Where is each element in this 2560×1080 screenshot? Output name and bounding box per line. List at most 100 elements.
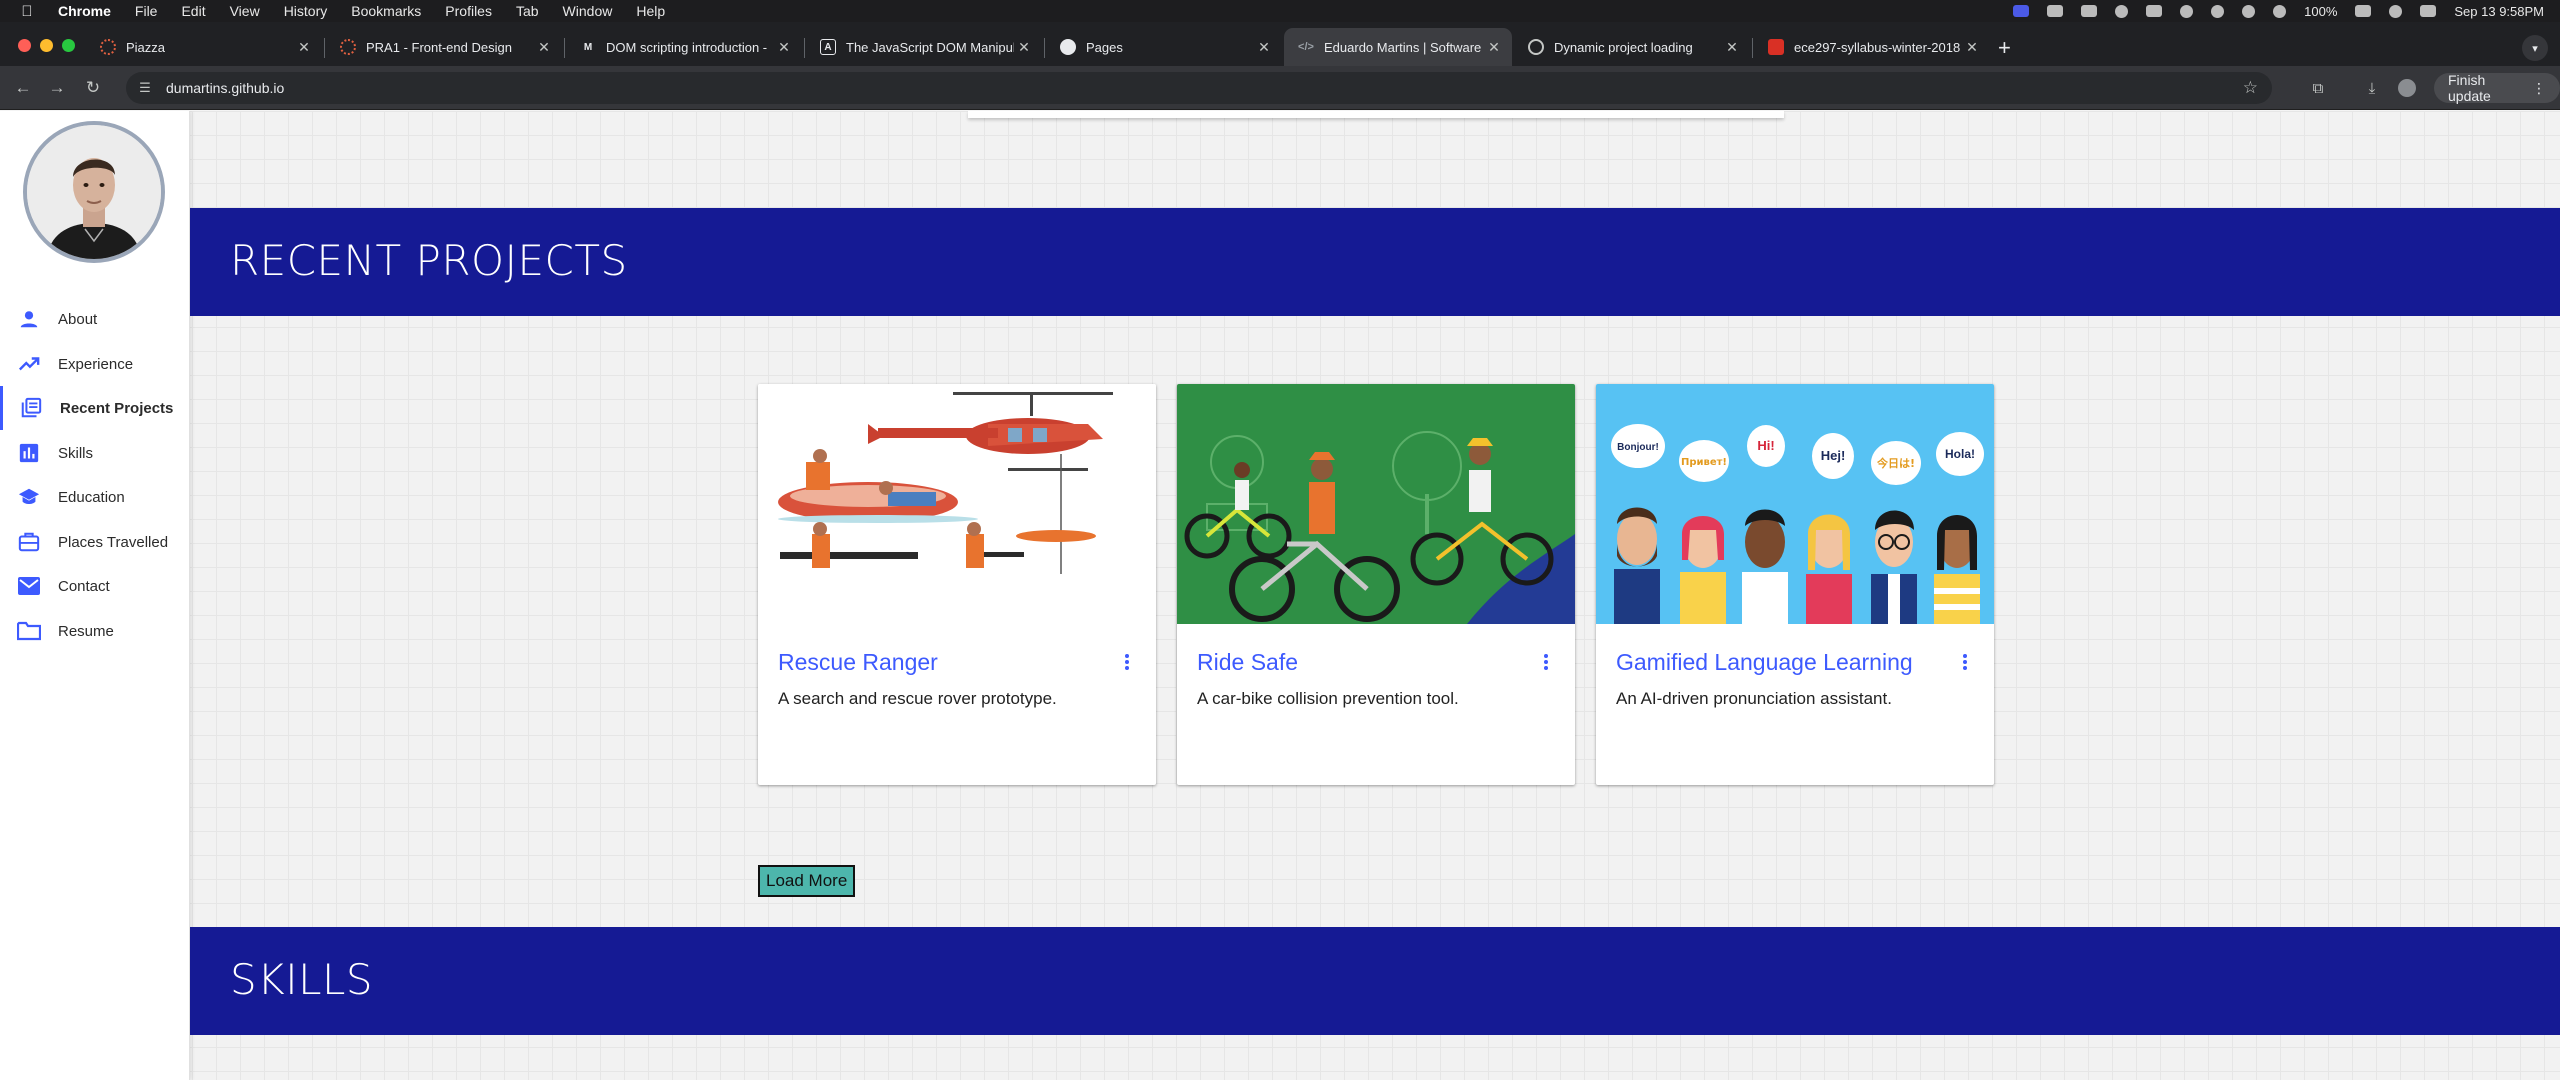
skills-banner: SKILLS [190, 927, 2560, 1035]
rescue-ranger-image [758, 384, 1156, 624]
menu-file[interactable]: File [135, 3, 158, 19]
sidebar-item-recent-projects[interactable]: Recent Projects [0, 386, 190, 430]
profile-avatar-icon[interactable] [2398, 79, 2416, 97]
github-icon [1060, 39, 1076, 55]
sidebar-item-experience[interactable]: Experience [0, 342, 190, 386]
tab-js-dom[interactable]: A The JavaScript DOM Manipul ✕ [806, 28, 1042, 66]
project-card-rescue-ranger[interactable]: Rescue Ranger A search and rescue rover … [758, 384, 1156, 785]
close-tab-icon[interactable]: ✕ [1014, 39, 1034, 56]
sidebar-item-label: Recent Projects [60, 399, 174, 417]
url-text[interactable]: dumartins.github.io [166, 80, 284, 96]
tab-pages[interactable]: Pages ✕ [1046, 28, 1282, 66]
battery-icon[interactable] [2355, 5, 2372, 17]
menu-tab[interactable]: Tab [516, 3, 539, 19]
notion-icon[interactable] [2081, 5, 2098, 17]
tab-title: Pages [1086, 39, 1123, 55]
tab-separator [1044, 38, 1045, 58]
school-icon [16, 484, 42, 510]
minimize-window-button[interactable] [40, 39, 53, 52]
sidebar-item-resume[interactable]: Resume [0, 609, 190, 653]
extensions-icon[interactable]: ⧉ [2308, 78, 2328, 98]
tab-pra1[interactable]: PRA1 - Front-end Design ✕ [326, 28, 562, 66]
menu-view[interactable]: View [230, 3, 260, 19]
close-tab-icon[interactable]: ✕ [294, 39, 314, 56]
zoom-window-button[interactable] [62, 39, 75, 52]
tab-eduardo-martins[interactable]: </> Eduardo Martins | Software D ✕ [1284, 28, 1512, 66]
project-card-ride-safe[interactable]: Ride Safe A car-bike collision preventio… [1177, 384, 1575, 785]
wifi-icon[interactable] [2389, 4, 2403, 18]
piazza-icon [340, 39, 356, 55]
close-tab-icon[interactable]: ✕ [774, 39, 794, 56]
browser-toolbar: ← → ↻ ☰ dumartins.github.io ☆ ⧉ ⤓ Finish… [0, 66, 2560, 110]
apple-icon[interactable]:  [18, 2, 36, 20]
tab-title: ece297-syllabus-winter-2018 [1794, 39, 1961, 55]
menu-help[interactable]: Help [636, 3, 665, 19]
bookmark-star-icon[interactable]: ☆ [2243, 78, 2258, 98]
project-title[interactable]: Rescue Ranger [778, 649, 938, 676]
bluetooth-icon[interactable] [2211, 4, 2225, 18]
sidebar-item-label: Experience [58, 355, 134, 373]
close-tab-icon[interactable]: ✕ [1962, 39, 1982, 56]
ride-safe-image [1177, 384, 1575, 624]
menu-chrome[interactable]: Chrome [58, 3, 111, 19]
tab-title: Dynamic project loading [1554, 39, 1693, 55]
project-card-gamified-language-learning[interactable]: Bonjour! Привет! Hi! Hej! 今日は! Hola! Gam… [1596, 384, 1994, 785]
close-tab-icon[interactable]: ✕ [1254, 39, 1274, 56]
sidebar-item-contact[interactable]: Contact [0, 564, 190, 608]
sidebar-item-label: Contact [58, 577, 110, 595]
close-window-button[interactable] [18, 39, 31, 52]
sidebar-item-places-travelled[interactable]: Places Travelled [0, 520, 190, 564]
menu-edit[interactable]: Edit [181, 3, 205, 19]
project-title[interactable]: Ride Safe [1197, 649, 1298, 676]
pin-icon[interactable] [2115, 4, 2129, 18]
macos-menu-bar:  Chrome File Edit View History Bookmark… [0, 0, 2560, 22]
sidebar-item-about[interactable]: About [0, 297, 190, 341]
load-more-button[interactable]: Load More [758, 865, 856, 897]
finish-update-button[interactable]: Finish update ⋮ [2434, 72, 2560, 104]
tab-title: The JavaScript DOM Manipul [846, 39, 1014, 55]
piazza-icon [100, 39, 116, 55]
more-vert-icon[interactable] [1958, 650, 1972, 674]
page-viewport: About Experience Recent Projects Skills … [0, 111, 2560, 1080]
close-tab-icon[interactable]: ✕ [1484, 39, 1504, 56]
finish-update-label: Finish update [2448, 72, 2491, 104]
more-vert-icon[interactable] [1539, 650, 1553, 674]
display-icon[interactable] [2047, 5, 2064, 17]
sidebar-item-label: About [58, 310, 98, 328]
reload-icon[interactable]: ↻ [82, 77, 104, 99]
moon-icon[interactable] [2242, 4, 2256, 18]
sidebar-item-education[interactable]: Education [0, 475, 190, 519]
back-arrow-icon[interactable]: ← [12, 77, 34, 99]
new-tab-button[interactable]: + [1998, 35, 2011, 61]
download-icon[interactable]: ⤓ [2362, 78, 2382, 98]
site-info-icon[interactable]: ☰ [136, 79, 154, 97]
tab-dynamic-project-loading[interactable]: Dynamic project loading ✕ [1514, 28, 1750, 66]
project-description: An AI-driven pronunciation assistant. [1616, 689, 1892, 708]
close-tab-icon[interactable]: ✕ [534, 39, 554, 56]
menu-window[interactable]: Window [563, 3, 613, 19]
airpods-icon[interactable] [2180, 4, 2194, 18]
sidebar-item-skills[interactable]: Skills [0, 431, 190, 475]
forward-arrow-icon[interactable]: → [46, 77, 68, 99]
more-vert-icon[interactable] [1120, 650, 1134, 674]
tab-piazza[interactable]: Piazza ✕ [86, 28, 322, 66]
zoom-icon[interactable] [2013, 5, 2030, 17]
tab-strip: Piazza ✕ PRA1 - Front-end Design ✕ M DOM… [0, 22, 2560, 66]
previous-section-card-edge [968, 111, 1784, 118]
tab-ece297-syllabus[interactable]: ece297-syllabus-winter-2018 ✕ [1754, 28, 1990, 66]
clock[interactable]: Sep 13 9:58PM [2454, 4, 2544, 19]
tab-dom-scripting[interactable]: M DOM scripting introduction - ✕ [566, 28, 802, 66]
menu-profiles[interactable]: Profiles [445, 3, 492, 19]
menu-bookmarks[interactable]: Bookmarks [351, 3, 421, 19]
freecodecamp-icon: A [820, 39, 836, 55]
card-icon[interactable] [2146, 5, 2163, 17]
tab-search-button[interactable]: ▾ [2522, 35, 2548, 61]
menu-history[interactable]: History [284, 3, 328, 19]
close-tab-icon[interactable]: ✕ [1722, 39, 1742, 56]
control-center-icon[interactable] [2420, 5, 2437, 17]
play-icon[interactable] [2273, 4, 2287, 18]
address-bar[interactable]: ☰ dumartins.github.io ☆ [126, 72, 2272, 104]
tab-title: Eduardo Martins | Software D [1324, 39, 1484, 55]
project-title[interactable]: Gamified Language Learning [1616, 649, 1913, 676]
bubble-hola: Hola! [1945, 447, 1975, 461]
